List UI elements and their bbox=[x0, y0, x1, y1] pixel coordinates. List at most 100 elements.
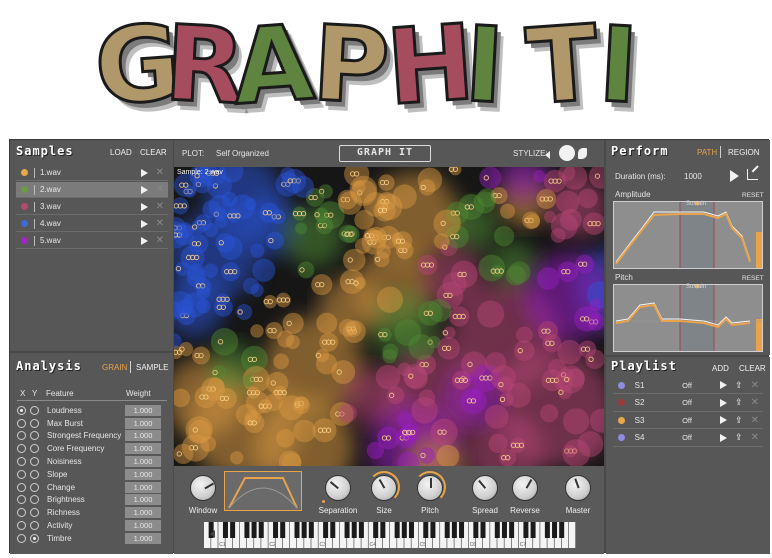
close-icon[interactable]: ✕ bbox=[156, 235, 164, 246]
close-icon[interactable]: ✕ bbox=[156, 167, 164, 178]
y-axis-radio[interactable] bbox=[30, 405, 39, 415]
octave-label: C4 bbox=[370, 542, 377, 548]
x-axis-radio[interactable] bbox=[17, 444, 26, 454]
weight-input[interactable]: 1.000 bbox=[125, 468, 161, 480]
master-knob[interactable] bbox=[565, 475, 591, 501]
play-icon[interactable] bbox=[140, 168, 148, 177]
pitch-reset-button[interactable]: RESET bbox=[742, 275, 764, 282]
path-tab[interactable]: PATH bbox=[697, 148, 717, 157]
playlist-row[interactable]: S1 Off ⇪ ✕ bbox=[613, 377, 763, 394]
playlist-row[interactable]: S2 Off ⇪ ✕ bbox=[613, 395, 763, 412]
weight-input[interactable]: 1.000 bbox=[125, 456, 161, 468]
play-icon[interactable] bbox=[140, 236, 148, 245]
weight-input[interactable]: 1.000 bbox=[125, 417, 161, 429]
amplitude-reset-button[interactable]: RESET bbox=[742, 192, 764, 199]
sample-tab[interactable]: SAMPLE bbox=[136, 363, 168, 372]
spread-knob[interactable] bbox=[472, 475, 498, 501]
grain-tab[interactable]: GRAIN bbox=[102, 363, 127, 372]
y-axis-radio[interactable] bbox=[30, 444, 39, 454]
load-button[interactable]: LOAD bbox=[110, 148, 132, 157]
weight-input[interactable]: 1.000 bbox=[125, 443, 161, 455]
sample-row[interactable]: 4.wav ✕ bbox=[16, 216, 168, 232]
clear-samples-button[interactable]: CLEAR bbox=[140, 148, 167, 157]
perform-play-icon[interactable] bbox=[730, 170, 739, 182]
close-icon[interactable]: ✕ bbox=[751, 415, 759, 426]
keyboard-left-arrow-icon[interactable] bbox=[210, 530, 215, 538]
graph-it-button[interactable]: GRAPH IT bbox=[339, 145, 431, 162]
stylize-left-arrow-icon[interactable] bbox=[545, 151, 550, 159]
export-icon[interactable]: ⇪ bbox=[735, 397, 743, 408]
grain-plot[interactable]: Sample: 2.wav bbox=[174, 167, 604, 466]
x-axis-radio[interactable] bbox=[17, 533, 26, 543]
weight-input[interactable]: 1.000 bbox=[125, 481, 161, 493]
sample-row[interactable]: 1.wav ✕ bbox=[16, 165, 168, 181]
separation-knob[interactable] bbox=[325, 475, 351, 501]
piano-keyboard[interactable]: C1 C2 C3 C4 C5 C6 C7 bbox=[204, 522, 576, 548]
weight-input[interactable]: 1.000 bbox=[125, 430, 161, 442]
x-axis-radio[interactable] bbox=[17, 418, 26, 428]
region-tab[interactable]: REGION bbox=[728, 148, 760, 157]
playlist-row[interactable]: S4 Off ⇪ ✕ bbox=[613, 430, 763, 447]
close-icon[interactable]: ✕ bbox=[751, 432, 759, 443]
sample-row[interactable]: 3.wav ✕ bbox=[16, 199, 168, 215]
play-icon[interactable] bbox=[720, 433, 728, 442]
weight-input[interactable]: 1.000 bbox=[125, 507, 161, 519]
master-label: Master bbox=[565, 506, 591, 515]
y-axis-radio[interactable] bbox=[30, 533, 39, 543]
play-icon[interactable] bbox=[720, 398, 728, 407]
close-icon[interactable]: ✕ bbox=[156, 218, 164, 229]
x-axis-radio[interactable] bbox=[17, 469, 26, 479]
window-envelope-display[interactable] bbox=[224, 471, 302, 511]
x-axis-radio[interactable] bbox=[17, 508, 26, 518]
pitch-envelope-graph[interactable] bbox=[613, 284, 763, 352]
stylize-shape-icon[interactable] bbox=[578, 148, 587, 159]
weight-input[interactable]: 1.000 bbox=[125, 532, 161, 544]
playlist-state: Off bbox=[682, 398, 692, 407]
x-axis-radio[interactable] bbox=[17, 521, 26, 531]
feature-row: Timbre 1.000 bbox=[17, 532, 167, 545]
y-axis-radio[interactable] bbox=[30, 508, 39, 518]
play-icon[interactable] bbox=[720, 416, 728, 424]
amplitude-envelope-graph[interactable] bbox=[613, 201, 763, 269]
playlist-row[interactable]: S3 Off ⇪ ✕ bbox=[613, 412, 763, 429]
close-icon[interactable]: ✕ bbox=[156, 184, 164, 195]
y-axis-radio[interactable] bbox=[30, 482, 39, 492]
export-icon[interactable]: ⇪ bbox=[735, 432, 743, 443]
weight-input[interactable]: 1.000 bbox=[125, 494, 161, 506]
stylize-circle-icon[interactable] bbox=[559, 145, 575, 161]
x-axis-radio[interactable] bbox=[17, 431, 26, 441]
y-axis-radio[interactable] bbox=[30, 457, 39, 467]
grain-plot-canvas[interactable] bbox=[174, 167, 604, 466]
y-axis-radio[interactable] bbox=[30, 521, 39, 531]
y-axis-radio[interactable] bbox=[30, 418, 39, 428]
sample-row[interactable]: 5.wav ✕ bbox=[16, 233, 168, 249]
y-axis-radio[interactable] bbox=[30, 469, 39, 479]
sample-row[interactable]: 2.wav ✕ bbox=[16, 182, 168, 198]
close-icon[interactable]: ✕ bbox=[751, 397, 759, 408]
close-icon[interactable]: ✕ bbox=[156, 201, 164, 212]
export-icon[interactable]: ⇪ bbox=[735, 380, 743, 391]
playlist-color-dot bbox=[618, 416, 625, 424]
window-knob[interactable] bbox=[190, 475, 216, 501]
play-icon[interactable] bbox=[140, 219, 148, 228]
close-icon[interactable]: ✕ bbox=[751, 380, 759, 391]
size-knob[interactable] bbox=[371, 475, 397, 501]
y-axis-radio[interactable] bbox=[30, 431, 39, 441]
play-icon[interactable] bbox=[140, 202, 148, 211]
plot-mode[interactable]: Self Organized bbox=[216, 149, 269, 158]
x-axis-radio[interactable] bbox=[17, 457, 26, 467]
x-axis-radio[interactable] bbox=[17, 495, 26, 505]
play-icon[interactable] bbox=[140, 185, 148, 194]
duration-value[interactable]: 1000 bbox=[684, 172, 702, 181]
y-axis-radio[interactable] bbox=[30, 495, 39, 505]
weight-input[interactable]: 1.000 bbox=[125, 404, 161, 416]
x-axis-radio[interactable] bbox=[17, 482, 26, 492]
pitch-knob[interactable] bbox=[417, 475, 443, 501]
reverse-knob[interactable] bbox=[512, 475, 538, 501]
x-axis-radio[interactable] bbox=[17, 405, 26, 415]
weight-input[interactable]: 1.000 bbox=[125, 520, 161, 532]
export-icon[interactable]: ⇪ bbox=[735, 415, 743, 426]
add-button[interactable]: ADD bbox=[712, 364, 729, 373]
play-icon[interactable] bbox=[720, 381, 728, 389]
clear-playlist-button[interactable]: CLEAR bbox=[739, 364, 766, 373]
